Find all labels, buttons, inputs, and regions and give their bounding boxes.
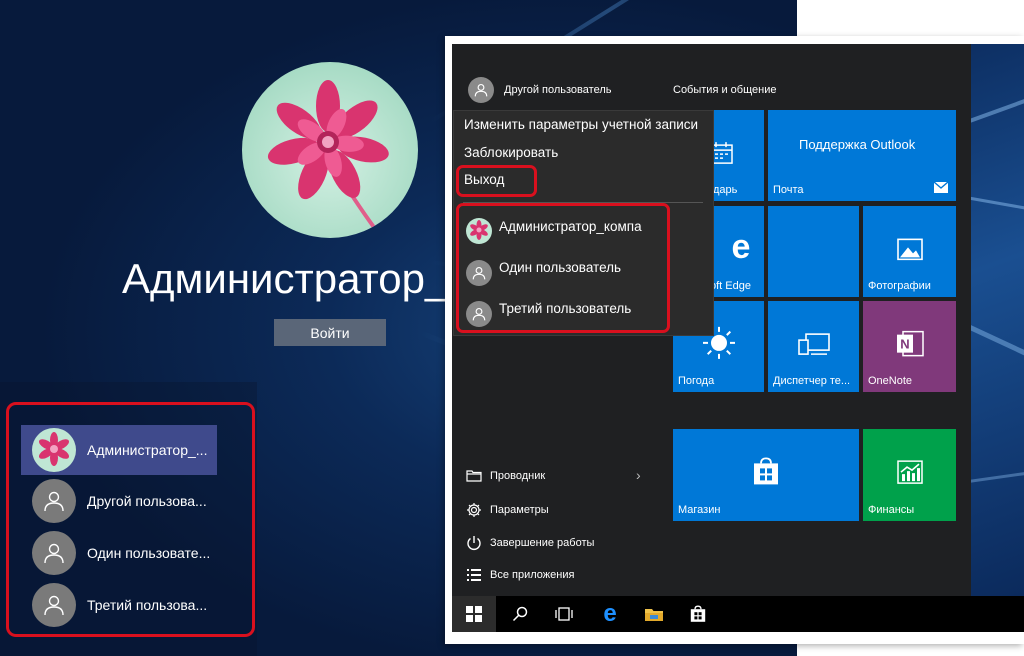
tile-onenote[interactable]: N OneNote [863,301,956,392]
tile-label: дарь [713,184,738,196]
onenote-icon: N [896,330,924,356]
menu-item-lock[interactable]: Заблокировать [464,145,558,160]
devices-icon [797,332,830,355]
tile-label: Фотографии [868,280,931,292]
start-item-label: Параметры [490,504,549,516]
tile-finance[interactable]: Финансы [863,429,956,521]
tile-photos[interactable]: Фотографии [863,206,956,297]
user-avatar-large [242,62,418,238]
tile-label: OneNote [868,375,913,387]
start-item-label: Все приложения [490,569,575,581]
desktop-background [971,44,1024,596]
gear-icon [467,503,481,517]
start-item-settings[interactable]: Параметры [466,502,549,518]
start-item-explorer[interactable]: Проводник [466,469,545,482]
apps-list-icon [467,569,481,581]
outlook-support-title: Поддержка Outlook [799,137,916,152]
taskbar: e [452,596,1024,632]
tile-label: Финансы [868,504,915,516]
chevron-right-icon[interactable]: › [636,467,641,483]
start-item-label: Проводник [490,469,546,482]
svg-text:N: N [900,336,909,351]
menu-item-change-account-settings[interactable]: Изменить параметры учетной записи [464,117,698,132]
tile-label: Почта [773,184,804,196]
start-item-label: Завершение работы [490,537,595,549]
tile-group-title: События и общение [673,84,777,96]
sign-in-button[interactable]: Войти [274,319,386,346]
tile-label: Погода [678,375,715,387]
highlight-box [6,402,255,637]
folder-icon [466,470,482,482]
login-user-name: Администратор_к [122,255,467,302]
photos-icon [896,238,923,260]
highlight-box [456,165,537,197]
current-user-name[interactable]: Другой пользователь [504,84,611,96]
tile-device-manager[interactable]: Диспетчер те... [768,301,859,392]
highlight-box [456,203,670,333]
start-item-power[interactable]: Завершение работы [466,535,594,551]
tile-label: oft Edge [710,280,751,292]
task-view-icon[interactable] [542,596,586,632]
tile-blank[interactable] [768,206,859,297]
tile-mail[interactable]: Поддержка Outlook Почта [768,110,956,201]
tile-store[interactable]: Магазин [673,429,859,521]
edge-icon: e [731,227,751,266]
power-icon [467,536,481,550]
file-explorer-icon[interactable] [632,596,676,632]
mail-icon [934,182,948,193]
windows-start-icon[interactable] [452,596,496,632]
person-icon[interactable] [468,77,494,103]
tile-label: Магазин [678,504,721,516]
edge-icon[interactable]: e [588,596,632,632]
store-icon [754,457,778,485]
tile-label: Диспетчер те... [773,375,851,387]
finance-chart-icon [896,460,923,484]
store-icon[interactable] [676,596,720,632]
search-icon[interactable] [498,596,542,632]
start-item-all-apps[interactable]: Все приложения [466,568,574,582]
